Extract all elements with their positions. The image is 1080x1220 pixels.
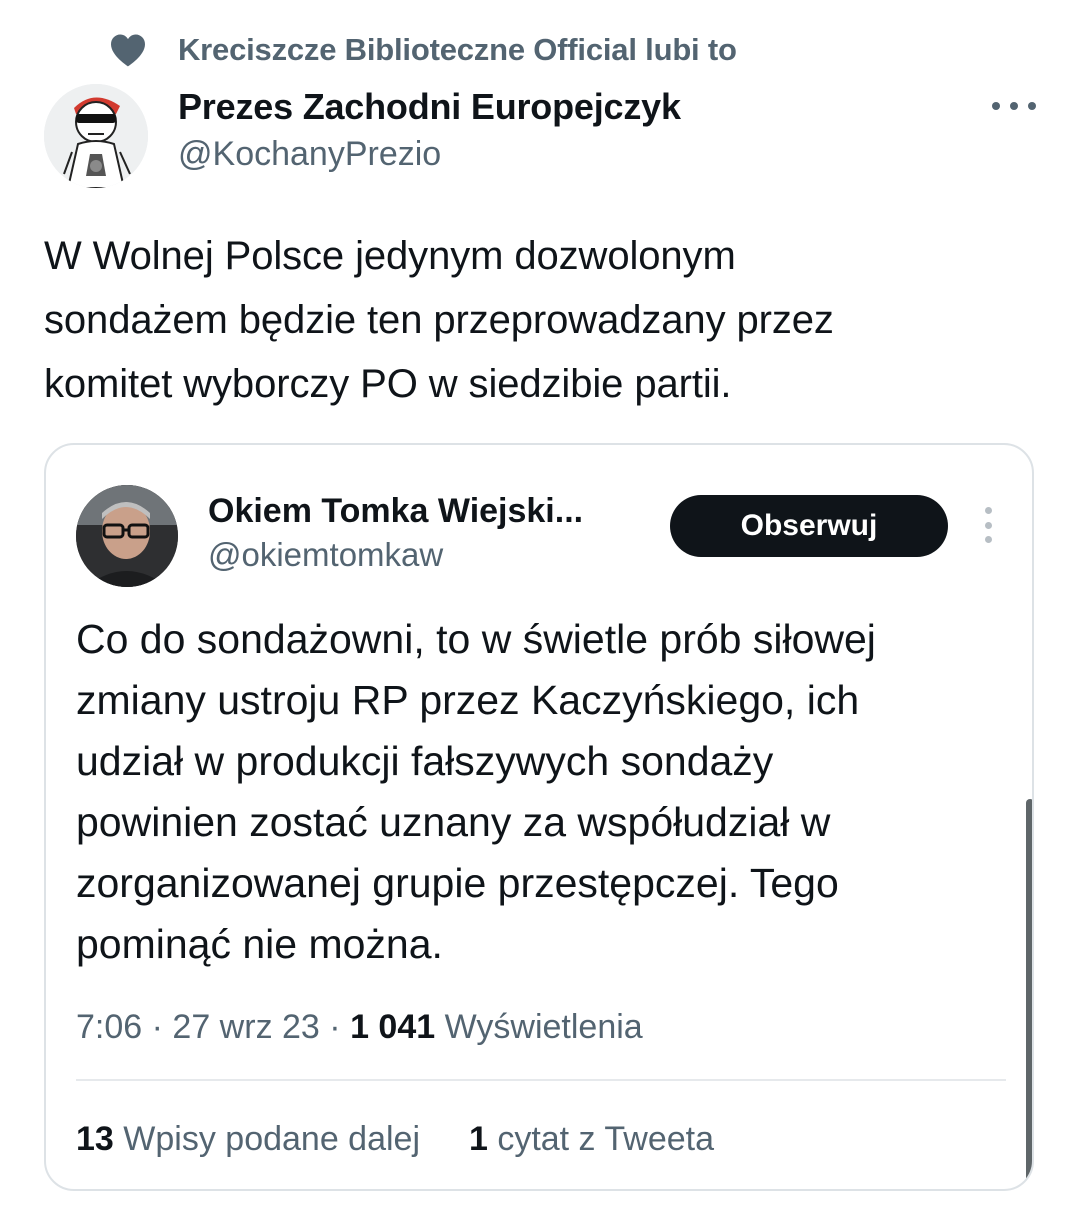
tweet-text-line: sondażem będzie ten przeprowadzany przez	[44, 298, 834, 342]
tweet-text: W Wolnej Polsce jedynym dozwolonym sonda…	[44, 224, 1044, 416]
retweets-count: 13	[76, 1120, 114, 1158]
quoted-text-line: pominąć nie można.	[76, 921, 443, 967]
scrollbar[interactable]	[1026, 799, 1032, 1183]
quotes-stat[interactable]: 1 cytat z Tweeta	[469, 1120, 714, 1158]
more-dot	[984, 536, 992, 543]
divider	[76, 1079, 1006, 1081]
quoted-tweet-card[interactable]: Okiem Tomka Wiejski... @okiemtomkaw Obse…	[44, 443, 1034, 1191]
tweet-date[interactable]: 27 wrz 23	[172, 1008, 319, 1046]
quoted-author-handle[interactable]: @okiemtomkaw	[208, 533, 583, 577]
retweets-label: Wpisy podane dalej	[123, 1120, 421, 1158]
more-vertical-icon[interactable]	[982, 507, 994, 543]
tweet-text-line: W Wolnej Polsce jedynym dozwolonym	[44, 234, 736, 278]
quoted-text-line: zorganizowanej grupie przestępczej. Tego	[76, 860, 839, 906]
views-count: 1 041	[350, 1008, 436, 1046]
tweet-author[interactable]: Prezes Zachodni Europejczyk @KochanyPrez…	[178, 84, 681, 178]
author-name[interactable]: Prezes Zachodni Europejczyk	[178, 84, 681, 130]
retweets-stat[interactable]: 13 Wpisy podane dalej	[76, 1120, 429, 1158]
social-context[interactable]: Kreciszcze Biblioteczne Official lubi to	[108, 28, 737, 72]
quoted-text-line: Co do sondażowni, to w świetle prób siło…	[76, 616, 876, 662]
quoted-author-name[interactable]: Okiem Tomka Wiejski...	[208, 489, 583, 533]
tweet-text-line: komitet wyborczy PO w siedzibie partii.	[44, 362, 732, 406]
quoted-text-line: udział w produkcji fałszywych sondaży	[76, 738, 774, 784]
tweet-stats: 13 Wpisy podane dalej 1 cytat z Tweeta	[76, 1117, 714, 1161]
quoted-text-line: powinien zostać uznany za współudział w	[76, 799, 831, 845]
views-label: Wyświetlenia	[444, 1008, 643, 1046]
quoted-author[interactable]: Okiem Tomka Wiejski... @okiemtomkaw	[208, 489, 583, 577]
meta-separator: ·	[329, 1008, 341, 1046]
cartoon-avatar-icon	[44, 84, 148, 188]
author-handle[interactable]: @KochanyPrezio	[178, 130, 681, 178]
quoted-text-line: zmiany ustroju RP przez Kaczyńskiego, ic…	[76, 677, 860, 723]
more-dot	[984, 521, 992, 529]
social-context-text: Kreciszcze Biblioteczne Official lubi to	[178, 32, 737, 67]
avatar[interactable]	[44, 84, 148, 188]
quoted-avatar[interactable]	[76, 485, 178, 587]
more-dot	[984, 507, 992, 514]
heart-icon	[108, 30, 148, 70]
quotes-label: cytat z Tweeta	[497, 1120, 715, 1158]
tweet-time[interactable]: 7:06	[76, 1008, 142, 1046]
more-dot	[1010, 102, 1018, 110]
quotes-count: 1	[468, 1120, 488, 1158]
tweet-metadata: 7:06 · 27 wrz 23 · 1 041 Wyświetlenia	[76, 1005, 643, 1049]
follow-button[interactable]: Obserwuj	[670, 495, 948, 557]
meta-separator: ·	[151, 1008, 163, 1046]
more-dot	[1028, 102, 1036, 110]
more-dot	[992, 102, 1000, 110]
more-horizontal-icon[interactable]	[992, 94, 1036, 118]
person-photo-icon	[76, 485, 178, 587]
quoted-tweet-text: Co do sondażowni, to w świetle prób siło…	[76, 609, 876, 975]
